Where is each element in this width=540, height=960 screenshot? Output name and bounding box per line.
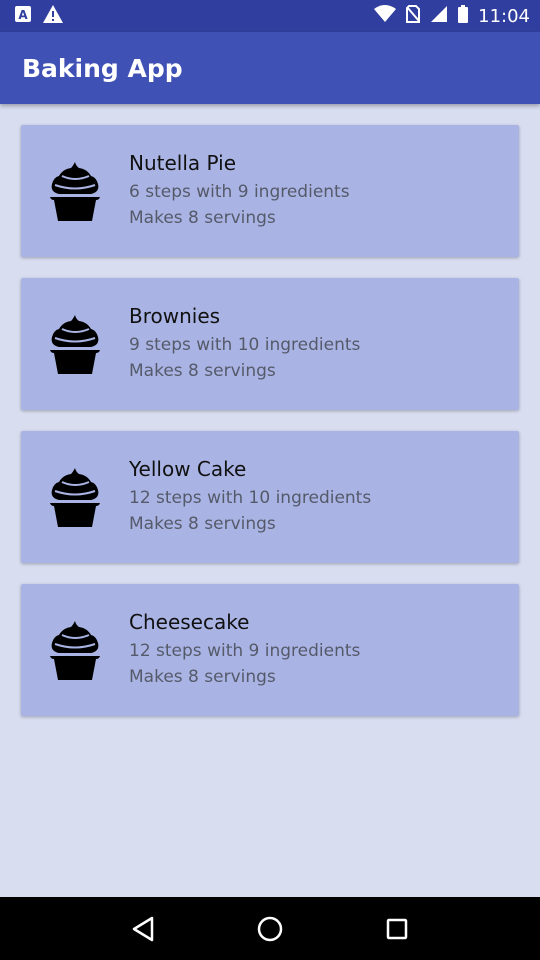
no-sim-icon [406, 4, 421, 28]
cupcake-icon [21, 619, 129, 681]
warning-icon [42, 4, 64, 29]
app-bar: Baking App [0, 32, 540, 104]
recipe-card[interactable]: Brownies 9 steps with 10 ingredients Mak… [21, 278, 519, 410]
recipe-name: Brownies [129, 304, 221, 328]
app-title: Baking App [22, 53, 183, 83]
back-icon[interactable] [123, 909, 163, 949]
wifi-icon [374, 4, 397, 28]
home-icon[interactable] [250, 909, 290, 949]
recipe-card[interactable]: Cheesecake 12 steps with 9 ingredients M… [21, 584, 519, 716]
recipe-steps: 9 steps with 10 ingredients [129, 335, 361, 355]
signal-icon [430, 5, 448, 28]
recipe-steps: 12 steps with 9 ingredients [129, 641, 361, 661]
status-bar: A 11:04 [0, 0, 540, 32]
battery-icon [458, 4, 469, 28]
svg-text:A: A [18, 8, 28, 22]
recipe-name: Cheesecake [129, 610, 250, 634]
recipe-list: Nutella Pie 6 steps with 9 ingredients M… [21, 125, 519, 737]
recipe-card[interactable]: Yellow Cake 12 steps with 10 ingredients… [21, 431, 519, 563]
recipe-servings: Makes 8 servings [129, 514, 276, 534]
recipe-card[interactable]: Nutella Pie 6 steps with 9 ingredients M… [21, 125, 519, 257]
recipe-name: Yellow Cake [129, 457, 247, 481]
recents-icon[interactable] [377, 909, 417, 949]
navigation-bar [0, 897, 540, 960]
a-icon: A [14, 5, 32, 28]
recipe-servings: Makes 8 servings [129, 667, 276, 687]
recipe-name: Nutella Pie [129, 151, 236, 175]
recipe-servings: Makes 8 servings [129, 208, 276, 228]
recipe-servings: Makes 8 servings [129, 361, 276, 381]
status-time: 11:04 [478, 5, 530, 27]
cupcake-icon [21, 160, 129, 222]
recipe-steps: 6 steps with 9 ingredients [129, 182, 350, 202]
cupcake-icon [21, 313, 129, 375]
cupcake-icon [21, 466, 129, 528]
recipe-steps: 12 steps with 10 ingredients [129, 488, 372, 508]
